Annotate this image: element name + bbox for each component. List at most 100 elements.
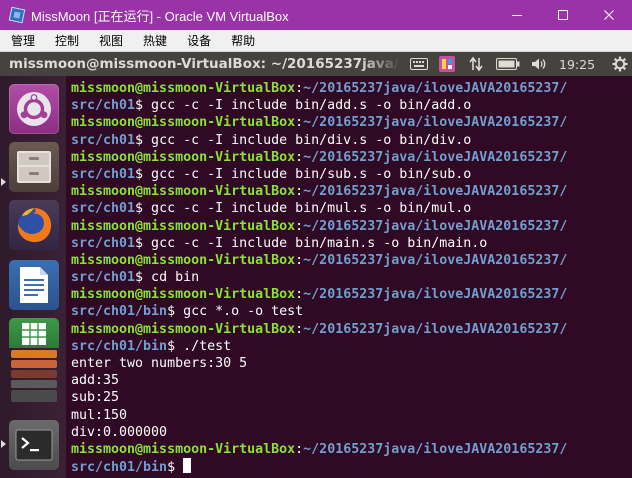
prompt-path: ~/20165237java/iloveJAVA20165237/ <box>303 252 568 268</box>
ubuntu-top-panel: missmoon@missmoon-VirtualBox: ~/20165237… <box>0 52 632 76</box>
prompt-user: missmoon@missmoon-VirtualBox <box>71 321 296 337</box>
unity-launcher <box>0 76 66 478</box>
prompt-path: src/ch01 <box>71 166 136 182</box>
window-title: MissMoon [正在运行] - Oracle VM VirtualBox <box>31 8 289 24</box>
terminal-line: missmoon@missmoon-VirtualBox:~/20165237j… <box>71 252 632 269</box>
prompt-path: src/ch01 <box>71 201 136 217</box>
terminal-line: src/ch01$ gcc -c -I include bin/sub.s -o… <box>71 166 632 183</box>
prompt-user: missmoon@missmoon-VirtualBox <box>71 184 296 200</box>
prompt-path: src/ch01/bin <box>71 304 168 320</box>
prompt-path: ~/20165237java/iloveJAVA20165237/ <box>303 441 568 457</box>
libreoffice-writer-icon[interactable] <box>9 260 59 310</box>
prompt-separator: : <box>295 321 304 337</box>
terminal-line: src/ch01/bin$ gcc *.o -o test <box>71 303 632 320</box>
volume-icon[interactable] <box>525 52 553 76</box>
prompt-user: missmoon@missmoon-VirtualBox <box>71 218 296 234</box>
prompt-path: ~/20165237java/iloveJAVA20165237/ <box>303 218 568 234</box>
terminal-line: mul:150 <box>71 407 632 424</box>
firefox-icon[interactable] <box>9 200 59 250</box>
terminal-line: sub:25 <box>71 389 632 406</box>
prompt-user: missmoon@missmoon-VirtualBox <box>71 149 296 165</box>
shell-command: $ gcc *.o -o test <box>167 304 304 320</box>
shell-command: $ gcc -c -I include bin/sub.s -o bin/sub… <box>135 166 472 182</box>
terminal-output[interactable]: missmoon@missmoon-VirtualBox:~/20165237j… <box>66 76 632 478</box>
files-icon[interactable] <box>9 142 59 192</box>
prompt-path: ~/20165237java/iloveJAVA20165237/ <box>303 321 568 337</box>
program-output: enter two numbers:30 5 <box>71 356 248 371</box>
prompt-path: ~/20165237java/iloveJAVA20165237/ <box>303 287 568 303</box>
software-center-icon[interactable] <box>11 360 57 368</box>
terminal-line: src/ch01$ gcc -c -I include bin/main.s -… <box>71 235 632 252</box>
terminal-line: src/ch01$ gcc -c -I include bin/div.s -o… <box>71 132 632 149</box>
program-output: sub:25 <box>71 390 120 406</box>
terminal-line: missmoon@missmoon-VirtualBox:~/20165237j… <box>71 218 632 235</box>
prompt-separator: : <box>295 115 304 131</box>
system-settings-icon[interactable] <box>11 370 57 378</box>
panel-indicators: 19:25 <box>405 52 632 76</box>
shell-command: $ <box>167 460 184 476</box>
prompt-separator: : <box>295 184 304 200</box>
libreoffice-calc-icon[interactable] <box>9 318 59 348</box>
prompt-user: missmoon@missmoon-VirtualBox <box>71 252 296 268</box>
prompt-separator: : <box>295 218 304 234</box>
prompt-path: src/ch01 <box>71 132 136 148</box>
prompt-user: missmoon@missmoon-VirtualBox <box>71 287 296 303</box>
terminal-line: src/ch01/bin$ <box>71 458 632 475</box>
power-gear-icon[interactable] <box>605 52 632 76</box>
amazon-icon[interactable] <box>11 350 57 358</box>
terminal-line: missmoon@missmoon-VirtualBox:~/20165237j… <box>71 149 632 166</box>
menu-hotkeys[interactable]: 热键 <box>132 32 176 49</box>
program-output: div:0.000000 <box>71 424 168 440</box>
menu-help[interactable]: 帮助 <box>220 32 264 49</box>
network-icon[interactable] <box>461 52 491 76</box>
prompt-path: ~/20165237java/iloveJAVA20165237/ <box>303 184 568 200</box>
input-method-icon[interactable] <box>433 52 461 76</box>
keyboard-icon[interactable] <box>405 52 433 76</box>
prompt-user: missmoon@missmoon-VirtualBox <box>71 81 296 96</box>
panel-window-title: missmoon@missmoon-VirtualBox: ~/20165237… <box>9 56 401 72</box>
running-indicator <box>1 178 6 186</box>
menu-bar: 管理 控制 视图 热键 设备 帮助 <box>0 30 632 52</box>
prompt-separator: : <box>295 441 304 457</box>
prompt-path: src/ch01 <box>71 98 136 114</box>
prompt-path: ~/20165237java/iloveJAVA20165237/ <box>303 115 568 131</box>
minimize-button[interactable] <box>494 0 540 30</box>
close-icon <box>604 10 614 20</box>
program-output: mul:150 <box>71 407 128 423</box>
shell-command: $ gcc -c -I include bin/div.s -o bin/div… <box>135 132 472 148</box>
window-titlebar: MissMoon [正在运行] - Oracle VM VirtualBox <box>0 0 632 30</box>
prompt-user: missmoon@missmoon-VirtualBox <box>71 115 296 131</box>
ubuntu-dash-icon[interactable] <box>9 84 59 134</box>
panel-clock[interactable]: 19:25 <box>559 57 595 72</box>
menu-manage[interactable]: 管理 <box>0 32 44 49</box>
prompt-separator: : <box>295 149 304 165</box>
battery-icon[interactable] <box>491 52 525 76</box>
terminal-line: missmoon@missmoon-VirtualBox:~/20165237j… <box>71 286 632 303</box>
prompt-separator: : <box>295 287 304 303</box>
terminal-line: src/ch01/bin$ ./test <box>71 338 632 355</box>
text-cursor <box>183 458 192 474</box>
shell-command: $ gcc -c -I include bin/main.s -o bin/ma… <box>135 235 488 251</box>
menu-devices[interactable]: 设备 <box>176 32 220 49</box>
menu-control[interactable]: 控制 <box>44 32 88 49</box>
launcher-stack-icon[interactable] <box>11 380 57 388</box>
running-indicator <box>1 440 6 448</box>
prompt-path: src/ch01 <box>71 270 136 286</box>
terminal-line: missmoon@missmoon-VirtualBox:~/20165237j… <box>71 114 632 131</box>
terminal-line: src/ch01$ gcc -c -I include bin/mul.s -o… <box>71 200 632 217</box>
window-controls <box>494 0 632 30</box>
maximize-button[interactable] <box>540 0 586 30</box>
close-button[interactable] <box>586 0 632 30</box>
launcher-stack-icon[interactable] <box>11 390 57 402</box>
terminal-line: enter two numbers:30 5 <box>71 355 632 372</box>
program-output: add:35 <box>71 373 120 389</box>
prompt-user: missmoon@missmoon-VirtualBox <box>71 441 296 457</box>
terminal-icon[interactable] <box>9 420 59 470</box>
shell-command: $ gcc -c -I include bin/add.s -o bin/add… <box>135 98 472 114</box>
shell-command: $ cd bin <box>135 270 200 286</box>
menu-view[interactable]: 视图 <box>88 32 132 49</box>
terminal-line: missmoon@missmoon-VirtualBox:~/20165237j… <box>71 441 632 458</box>
prompt-path: src/ch01/bin <box>71 338 168 354</box>
virtualbox-icon <box>8 6 26 24</box>
prompt-path: src/ch01 <box>71 235 136 251</box>
